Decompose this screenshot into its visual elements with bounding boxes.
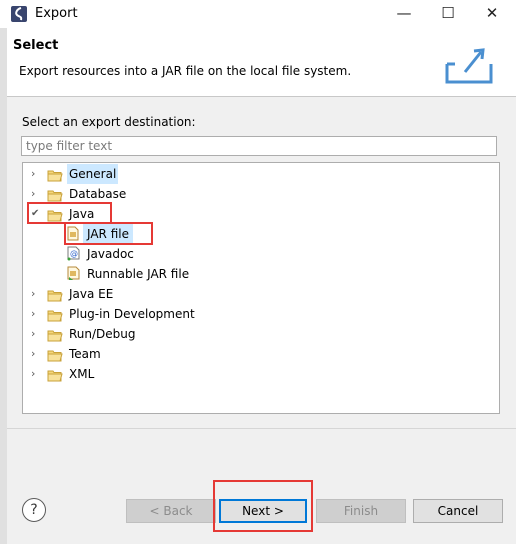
page-title: Select [13, 38, 59, 53]
window-title: Export [35, 6, 78, 21]
filter-input[interactable] [21, 136, 497, 156]
folder-icon [47, 348, 63, 368]
wizard-header: Select Export resources into a JAR file … [7, 28, 516, 96]
background-window-edge [0, 28, 7, 544]
folder-icon [47, 288, 63, 308]
tree-item-label: Team [69, 347, 101, 361]
chevron-right-icon[interactable]: › [31, 344, 43, 364]
highlight-box-next [213, 480, 313, 532]
maximize-button[interactable]: ☐ [426, 0, 470, 28]
help-button[interactable]: ? [22, 498, 46, 522]
javadoc-icon: @ [67, 246, 81, 267]
folder-icon [47, 168, 63, 188]
folder-icon [47, 368, 63, 388]
tree-item-label: Database [69, 187, 127, 201]
header-divider [7, 96, 516, 97]
tree-item-label: XML [69, 367, 95, 381]
chevron-right-icon[interactable]: › [31, 324, 43, 344]
chevron-right-icon[interactable]: › [31, 184, 43, 204]
footer-divider [7, 428, 516, 429]
tree-item-label: Java EE [69, 287, 114, 301]
page-description: Export resources into a JAR file on the … [19, 64, 352, 78]
title-bar: Export — ☐ ✕ [0, 0, 516, 28]
finish-button[interactable]: Finish [316, 499, 406, 523]
chevron-right-icon[interactable]: › [31, 304, 43, 324]
destination-tree[interactable]: › General › Database ✔ Java JAR file @ J… [22, 162, 500, 414]
tree-item-label: Javadoc [87, 247, 134, 261]
tree-item-label: Plug-in Development [69, 307, 195, 321]
tree-item-label: General [67, 164, 119, 184]
export-banner-icon [441, 38, 501, 91]
tree-item-label: Runnable JAR file [87, 267, 190, 281]
tree-item-label: Run/Debug [69, 327, 136, 341]
chevron-right-icon[interactable]: › [31, 164, 43, 184]
minimize-button[interactable]: — [382, 0, 426, 28]
svg-text:@: @ [70, 249, 78, 258]
highlight-box-java [27, 202, 112, 224]
highlight-box-jar-file [64, 222, 153, 245]
close-button[interactable]: ✕ [470, 0, 514, 28]
folder-icon [47, 308, 63, 328]
eclipse-app-icon [11, 6, 27, 22]
cancel-button[interactable]: Cancel [413, 499, 503, 523]
chevron-right-icon[interactable]: › [31, 284, 43, 304]
folder-icon [47, 328, 63, 348]
chevron-right-icon[interactable]: › [31, 364, 43, 384]
back-button[interactable]: < Back [126, 499, 216, 523]
destination-label: Select an export destination: [22, 115, 196, 129]
